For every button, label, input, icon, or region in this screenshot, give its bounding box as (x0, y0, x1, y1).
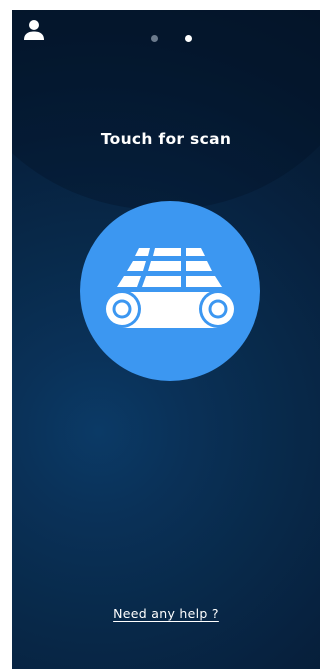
conveyor-grid-icon (103, 248, 237, 328)
scan-button[interactable] (80, 201, 260, 381)
page-dot-1[interactable] (151, 35, 158, 42)
scan-screen: Touch for scan Need any help ? (12, 10, 320, 669)
page-title: Touch for scan (100, 130, 232, 148)
page-indicator (12, 35, 320, 43)
page-dot-2-active[interactable] (185, 35, 192, 42)
help-link[interactable]: Need any help ? (12, 606, 320, 621)
